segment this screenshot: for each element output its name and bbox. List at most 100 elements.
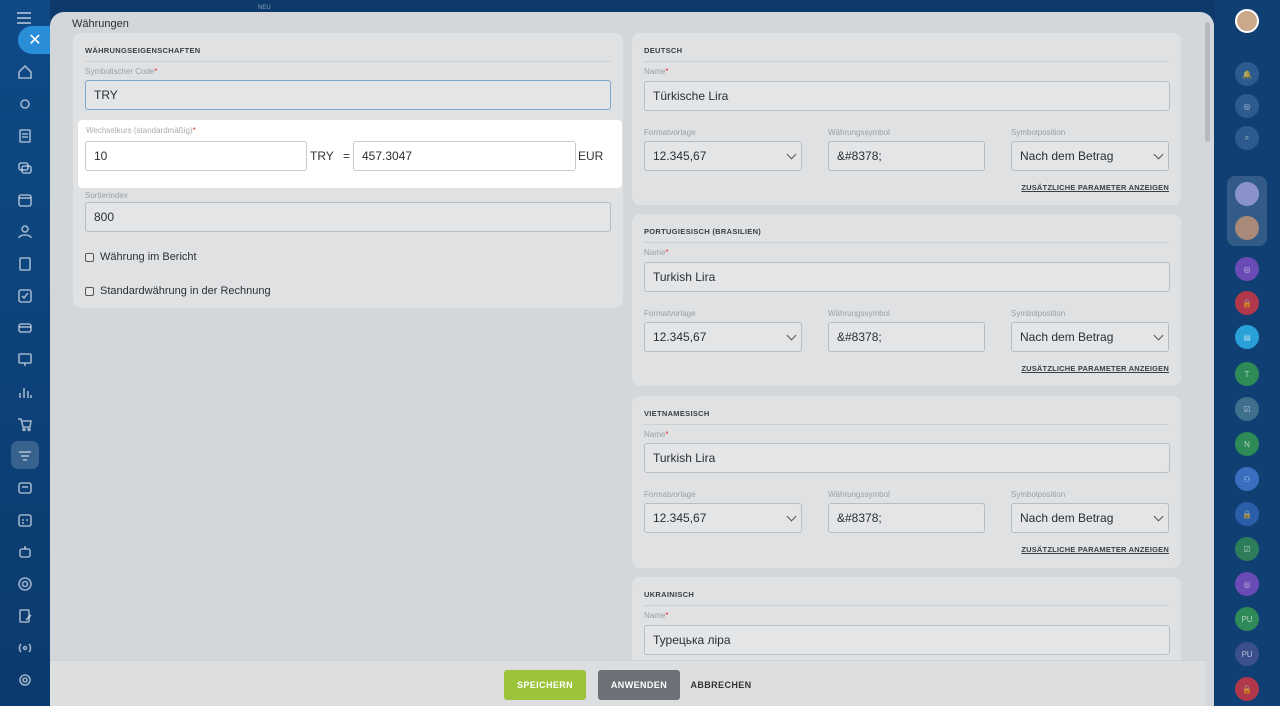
exchange-rate-section: Wechselkurs (standardmäßig)* 10 TRY = 45… (78, 120, 622, 188)
chevron-down-icon (1153, 511, 1164, 521)
symbol-label: Währungssymbol (828, 128, 890, 137)
chat-icon[interactable] (15, 158, 35, 178)
language-title: PORTUGIESISCH (BRASILIEN) (644, 227, 762, 236)
chevron-down-icon (1153, 149, 1164, 159)
lock-chat-icon[interactable]: 🔒 (1235, 291, 1259, 315)
schedule-icon[interactable] (15, 510, 35, 530)
language-title: DEUTSCH (644, 46, 683, 55)
symbol-label: Währungssymbol (828, 309, 890, 318)
close-slider-button[interactable]: ✕ (18, 26, 52, 54)
chat-badge-pu-2[interactable]: PU (1235, 642, 1259, 666)
presentation-icon[interactable] (15, 350, 35, 370)
name-field[interactable]: Türkische Lira (644, 81, 1170, 111)
report-checkbox-row[interactable]: Währung im Bericht (85, 251, 197, 263)
edit-doc-icon[interactable] (15, 606, 35, 626)
more-params-link[interactable]: ZUSÄTZLICHE PARAMETER ANZEIGEN (1021, 545, 1169, 554)
calendar-icon[interactable] (15, 190, 35, 210)
code-label: Symbolischer Code* (85, 67, 158, 76)
format-select[interactable]: 12.345,67 (644, 322, 802, 352)
broadcast-icon[interactable] (15, 638, 35, 658)
task-chat-icon-2[interactable]: ☑ (1235, 537, 1259, 561)
home-icon[interactable] (15, 62, 35, 82)
file-icon[interactable] (15, 254, 35, 274)
position-label: Symbolposition (1011, 490, 1066, 499)
sort-index-field[interactable]: 800 (85, 202, 611, 232)
id-card-icon[interactable] (15, 478, 35, 498)
message-chat-icon[interactable]: ▤ (1235, 325, 1259, 349)
save-button[interactable]: SPEICHERN (504, 670, 586, 700)
name-label: Name* (644, 611, 669, 620)
name-label: Name* (644, 248, 669, 257)
new-badge: NEU (258, 5, 271, 11)
rate-amount-field[interactable]: 10 (85, 141, 307, 171)
format-select[interactable]: 12.345,67 (644, 141, 802, 171)
symbol-field[interactable]: &#8378; (828, 322, 985, 352)
cancel-button[interactable]: ABBRECHEN (686, 670, 756, 700)
task-chat-icon[interactable]: ☑ (1235, 397, 1259, 421)
chat-badge-t[interactable]: T (1235, 362, 1259, 386)
lock-chat-icon-3[interactable]: 🔒 (1235, 677, 1259, 701)
language-card-pt-br: PORTUGIESISCH (BRASILIEN) Name* Turkish … (632, 214, 1181, 386)
rate-equals: = (343, 149, 351, 163)
invoice-checkbox-row[interactable]: Standardwährung in der Rechnung (85, 285, 271, 297)
more-params-link[interactable]: ZUSÄTZLICHE PARAMETER ANZEIGEN (1021, 183, 1169, 192)
spiral-icon[interactable]: ◎ (1235, 94, 1259, 118)
gear-alt-icon[interactable] (15, 94, 35, 114)
filter-icon[interactable] (15, 446, 35, 466)
contact-avatar[interactable] (1235, 216, 1259, 240)
form-footer: SPEICHERN ANWENDEN ABBRECHEN (50, 660, 1206, 706)
position-label: Symbolposition (1011, 128, 1066, 137)
position-select[interactable]: Nach dem Betrag (1011, 322, 1169, 352)
spiral-chat-icon[interactable]: ◎ (1235, 257, 1259, 281)
format-label: Formatvorlage (644, 490, 696, 499)
report-checkbox[interactable] (85, 252, 94, 262)
page-title: Währungen (72, 18, 129, 30)
right-sidebar: 🔔 ◎ ⌕ ◎ 🔒 ▤ T ☑ N ⚇ 🔒 ☑ ◎ PU PU 🔒 (1215, 0, 1280, 706)
bell-icon[interactable]: 🔔 (1235, 62, 1259, 86)
symbol-field[interactable]: &#8378; (828, 141, 985, 171)
lock-chat-icon-2[interactable]: 🔒 (1235, 502, 1259, 526)
target-icon[interactable] (15, 574, 35, 594)
format-select[interactable]: 12.345,67 (644, 503, 802, 533)
position-select[interactable]: Nach dem Betrag (1011, 141, 1169, 171)
position-label: Symbolposition (1011, 309, 1066, 318)
symbolic-code-field[interactable]: TRY (85, 80, 611, 110)
name-field[interactable]: Turkish Lira (644, 262, 1170, 292)
symbol-field[interactable]: &#8378; (828, 503, 985, 533)
menu-icon[interactable] (17, 12, 31, 27)
settings-icon[interactable] (15, 670, 35, 690)
cart-icon[interactable] (15, 414, 35, 434)
user-avatar[interactable] (1235, 9, 1259, 33)
rate-from-currency: TRY (310, 149, 334, 163)
rate-value-field[interactable]: 457.3047 (353, 141, 576, 171)
name-field[interactable]: Turkish Lira (644, 443, 1170, 473)
group-avatar-icon[interactable] (1235, 182, 1259, 206)
chevron-down-icon (786, 511, 797, 521)
card-icon[interactable] (15, 318, 35, 338)
chat-badge-n[interactable]: N (1235, 432, 1259, 456)
document-icon[interactable] (15, 126, 35, 146)
sort-label: Sortierindex (85, 191, 128, 200)
language-card-vi: VIETNAMESISCH Name* Turkish Lira Formatv… (632, 396, 1181, 568)
bar-chart-icon[interactable] (15, 382, 35, 402)
chat-badge-pu-1[interactable]: PU (1235, 607, 1259, 631)
divider (644, 61, 1169, 62)
close-icon: ✕ (28, 32, 42, 49)
invoice-checkbox-label: Standardwährung in der Rechnung (100, 285, 271, 297)
search-chat-icon[interactable]: ⌕ (1235, 126, 1259, 150)
divider (644, 242, 1169, 243)
rate-label: Wechselkurs (standardmäßig)* (86, 126, 196, 135)
apply-button[interactable]: ANWENDEN (598, 670, 680, 700)
more-params-link[interactable]: ZUSÄTZLICHE PARAMETER ANZEIGEN (1021, 364, 1169, 373)
users-icon[interactable] (15, 222, 35, 242)
spiral-chat-icon-2[interactable]: ◎ (1235, 572, 1259, 596)
invoice-checkbox[interactable] (85, 286, 94, 296)
checkbox-icon[interactable] (15, 286, 35, 306)
divider (644, 605, 1169, 606)
robot-icon[interactable] (15, 542, 35, 562)
name-field[interactable]: Турецька ліра (644, 625, 1170, 655)
position-select[interactable]: Nach dem Betrag (1011, 503, 1169, 533)
chevron-down-icon (786, 330, 797, 340)
scrollbar[interactable] (1205, 22, 1210, 142)
team-chat-icon[interactable]: ⚇ (1235, 467, 1259, 491)
